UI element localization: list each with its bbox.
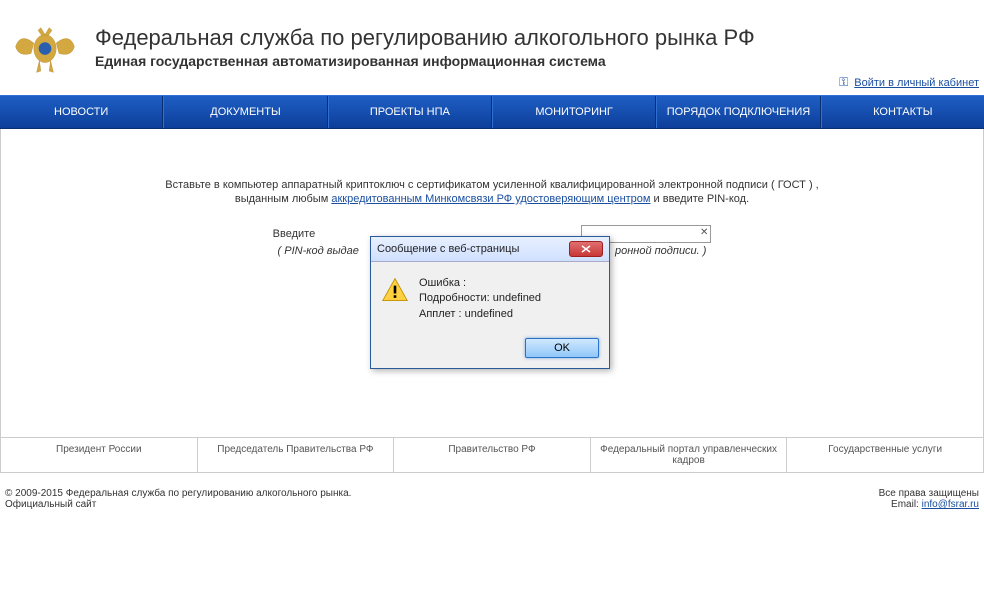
instruction-line-1: Вставьте в компьютер аппаратный криптокл… [21,179,963,191]
login-link-wrapper: ⚿ Войти в личный кабинет [839,75,979,90]
instruction-pre: выданным любым [235,193,331,205]
nav-monitoring[interactable]: МОНИТОРИНГ [492,96,656,128]
footer-gov[interactable]: Правительство РФ [394,438,591,472]
dialog-title: Сообщение с веб-страницы [377,243,519,255]
warning-icon [381,276,409,304]
close-icon [581,245,591,253]
footer-services[interactable]: Государственные услуги [787,438,983,472]
eagle-emblem-icon [10,15,80,85]
instruction-post: и введите PIN-код. [650,193,749,205]
email-row: Email: info@fsrar.ru [879,499,979,510]
nav-contacts[interactable]: КОНТАКТЫ [821,96,984,128]
dialog-footer: OK [371,332,609,368]
footer-president[interactable]: Президент России [1,438,198,472]
site-title: Федеральная служба по регулированию алко… [95,25,755,51]
nav-projects[interactable]: ПРОЕКТЫ НПА [328,96,492,128]
login-link[interactable]: Войти в личный кабинет [854,77,979,89]
main-nav: НОВОСТИ ДОКУМЕНТЫ ПРОЕКТЫ НПА МОНИТОРИНГ… [0,95,984,129]
footer-links: Президент России Председатель Правительс… [0,437,984,473]
nav-documents[interactable]: ДОКУМЕНТЫ [163,96,327,128]
dialog-body: Ошибка : Подробности: undefined Апплет :… [371,262,609,332]
instruction-line-2: выданным любым аккредитованным Минкомсвя… [21,193,963,205]
footer-portal[interactable]: Федеральный портал управленческих кадров [591,438,788,472]
error-line-2: Подробности: undefined [419,291,541,306]
copyright-line-1: © 2009-2015 Федеральная служба по регули… [5,488,351,499]
error-line-3: Апплет : undefined [419,307,541,322]
copyright-line-2: Официальный сайт [5,499,351,510]
dialog-text: Ошибка : Подробности: undefined Апплет :… [419,276,541,322]
header: Федеральная служба по регулированию алко… [0,0,984,95]
key-icon: ⚿ [839,75,848,89]
header-titles: Федеральная служба по регулированию алко… [95,15,755,69]
copyright: © 2009-2015 Федеральная служба по регули… [5,488,351,510]
accredited-center-link[interactable]: аккредитованным Минкомсвязи РФ удостовер… [331,193,650,205]
nav-news[interactable]: НОВОСТИ [0,96,163,128]
bottom-right: Все права защищены Email: info@fsrar.ru [879,488,979,510]
error-line-1: Ошибка : [419,276,541,291]
dialog-titlebar: Сообщение с веб-страницы [371,237,609,262]
bottom-bar: © 2009-2015 Федеральная служба по регули… [0,483,984,520]
clear-icon[interactable]: ✕ [700,227,708,238]
ok-button[interactable]: OK [525,338,599,358]
site-subtitle: Единая государственная автоматизированна… [95,53,755,69]
rights: Все права защищены [879,488,979,499]
close-button[interactable] [569,241,603,257]
alert-dialog: Сообщение с веб-страницы Ошибка : Подроб… [370,236,610,369]
nav-connection[interactable]: ПОРЯДОК ПОДКЛЮЧЕНИЯ [656,96,820,128]
pin-label: Введите [273,228,316,240]
pin-note-right: ронной подписи. ) [615,245,706,257]
email-label: Email: [891,499,922,510]
email-link[interactable]: info@fsrar.ru [922,499,979,510]
pin-note-left: ( PIN-код выдае [278,245,359,257]
footer-pm[interactable]: Председатель Правительства РФ [198,438,395,472]
